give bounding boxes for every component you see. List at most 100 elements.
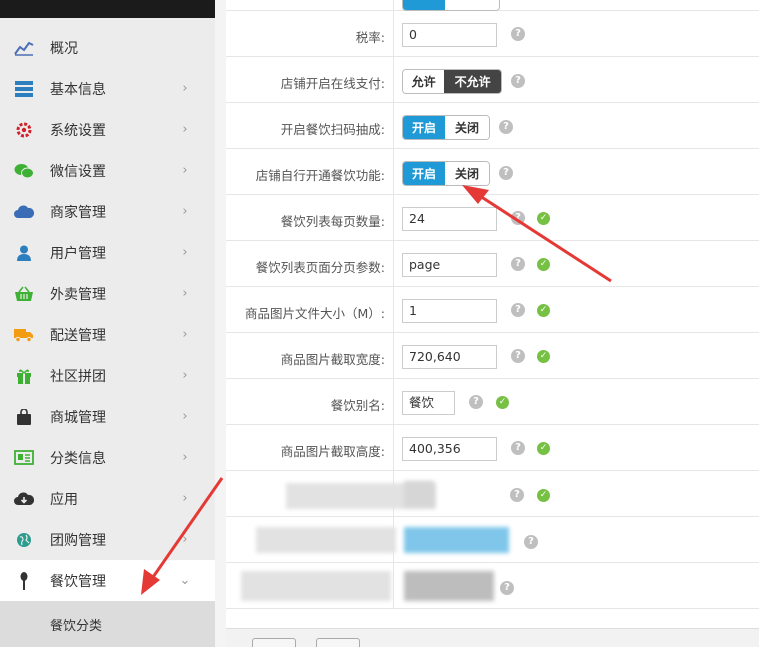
gift-icon [14,366,34,386]
chevron-right-icon: › [182,409,188,424]
sidebar-item-catering-management[interactable]: 餐饮管理 ⌄ [0,560,215,601]
sidebar-item-classified-info[interactable]: 分类信息 › [0,437,215,478]
sidebar-item-label: 概况 [50,40,78,57]
image-width-input[interactable]: 720,640 [402,345,497,369]
sidebar-item-label: 微信设置 [50,163,106,180]
self-open-toggle[interactable]: 开启 关闭 [402,161,490,186]
help-icon[interactable]: ? [511,74,525,88]
sidebar-item-basic-info[interactable]: 基本信息 › [0,68,215,109]
tax-label: 税率: [355,30,385,45]
sidebar-item-label: 系统设置 [50,122,106,139]
form-row-page-size: 餐饮列表每页数量: 24 ? ✓ [226,195,759,241]
sidebar-item-label: 社区拼团 [50,368,106,385]
help-icon[interactable]: ? [511,349,525,363]
scan-commission-on-option[interactable]: 开启 [403,116,446,139]
partial-toggle[interactable] [402,0,500,11]
server-icon [14,79,34,99]
scan-commission-label: 开启餐饮扫码抽成: [280,122,385,137]
chevron-right-icon: › [182,163,188,178]
chevron-right-icon: › [182,327,188,342]
sidebar-item-wechat-settings[interactable]: 微信设置 › [0,150,215,191]
cloud-download-icon [14,489,34,509]
help-icon[interactable]: ? [511,303,525,317]
scan-commission-off-option[interactable]: 关闭 [445,116,489,139]
self-open-off-option[interactable]: 关闭 [445,162,489,185]
submit-button[interactable] [252,638,296,647]
id-card-icon [14,448,34,468]
sidebar-item-community-group-buy[interactable]: 社区拼团 › [0,355,215,396]
chevron-right-icon: › [182,122,188,137]
shopping-bag-icon [14,407,34,427]
self-open-on-option[interactable]: 开启 [403,162,446,185]
help-icon[interactable]: ? [510,488,524,502]
form-row-page-param: 餐饮列表页面分页参数: page ? ✓ [226,241,759,287]
help-icon[interactable]: ? [469,395,483,409]
sidebar-item-apps[interactable]: 应用 › [0,478,215,519]
check-icon: ✓ [537,212,550,225]
sidebar-item-label: 用户管理 [50,245,106,262]
submenu-item-catering-category[interactable]: 餐饮分类 [0,601,215,647]
check-icon: ✓ [537,489,550,502]
sidebar-item-takeout-management[interactable]: 外卖管理 › [0,273,215,314]
obscured-toggle [404,571,494,601]
form-row-scan-commission: 开启餐饮扫码抽成: 开启 关闭 ? [226,103,759,149]
tax-input[interactable]: 0 [402,23,497,47]
online-pay-allow-option[interactable]: 允许 [403,70,445,93]
sidebar-item-label: 商城管理 [50,409,106,426]
help-icon[interactable]: ? [511,257,525,271]
sidebar-header [0,0,215,18]
form-row-self-open: 店铺自行开通餐饮功能: 开启 关闭 ? [226,149,759,195]
chevron-right-icon: › [182,491,188,506]
chevron-right-icon: › [182,368,188,383]
form-row-alias: 餐饮别名: 餐饮 ? ✓ [226,379,759,425]
help-icon[interactable]: ? [524,535,538,549]
page-size-input[interactable]: 24 [402,207,497,231]
scan-commission-toggle[interactable]: 开启 关闭 [402,115,490,140]
obscured-toggle [404,527,509,553]
sidebar-item-delivery-management[interactable]: 配送管理 › [0,314,215,355]
basket-icon [14,284,34,304]
help-icon[interactable]: ? [511,211,525,225]
gear-icon [14,120,34,140]
chevron-right-icon: › [182,245,188,260]
check-icon: ✓ [537,258,550,271]
obscured-field [404,481,434,507]
sidebar-item-group-buy-management[interactable]: 团购管理 › [0,519,215,560]
sidebar-item-label: 配送管理 [50,327,106,344]
sidebar-item-merchant-management[interactable]: 商家管理 › [0,191,215,232]
form-row-obscured: ? [226,517,759,563]
form-row-obscured: ? ✓ [226,471,759,517]
chevron-right-icon: › [182,450,188,465]
help-icon[interactable]: ? [511,441,525,455]
page-size-label: 餐饮列表每页数量: [280,214,385,229]
chevron-right-icon: › [182,81,188,96]
page-param-input[interactable]: page [402,253,497,277]
online-pay-deny-option[interactable]: 不允许 [444,70,501,93]
online-pay-toggle[interactable]: 允许 不允许 [402,69,502,94]
help-icon[interactable]: ? [499,166,513,180]
sidebar-item-label: 应用 [50,491,78,508]
check-icon: ✓ [537,350,550,363]
image-size-input[interactable]: 1 [402,299,497,323]
reset-button[interactable] [316,638,360,647]
obscured-label [256,527,396,553]
help-icon[interactable]: ? [499,120,513,134]
alias-label: 餐饮别名: [330,398,385,413]
sidebar-item-label: 分类信息 [50,450,106,467]
obscured-label [241,571,391,601]
alias-input[interactable]: 餐饮 [402,391,455,415]
form-row-image-width: 商品图片截取宽度: 720,640 ? ✓ [226,333,759,379]
online-pay-label: 店铺开启在线支付: [280,76,385,91]
form-row-online-pay: 店铺开启在线支付: 允许 不允许 ? [226,57,759,103]
spoon-icon [14,571,34,591]
sidebar-item-system-settings[interactable]: 系统设置 › [0,109,215,150]
image-height-label: 商品图片截取高度: [280,444,385,459]
sidebar-item-user-management[interactable]: 用户管理 › [0,232,215,273]
help-icon[interactable]: ? [511,27,525,41]
sidebar-item-label: 团购管理 [50,532,106,549]
image-height-input[interactable]: 400,356 [402,437,497,461]
sidebar-item-mall-management[interactable]: 商城管理 › [0,396,215,437]
help-icon[interactable]: ? [500,581,514,595]
sidebar-item-overview[interactable]: 概况 [0,27,215,68]
check-icon: ✓ [537,304,550,317]
